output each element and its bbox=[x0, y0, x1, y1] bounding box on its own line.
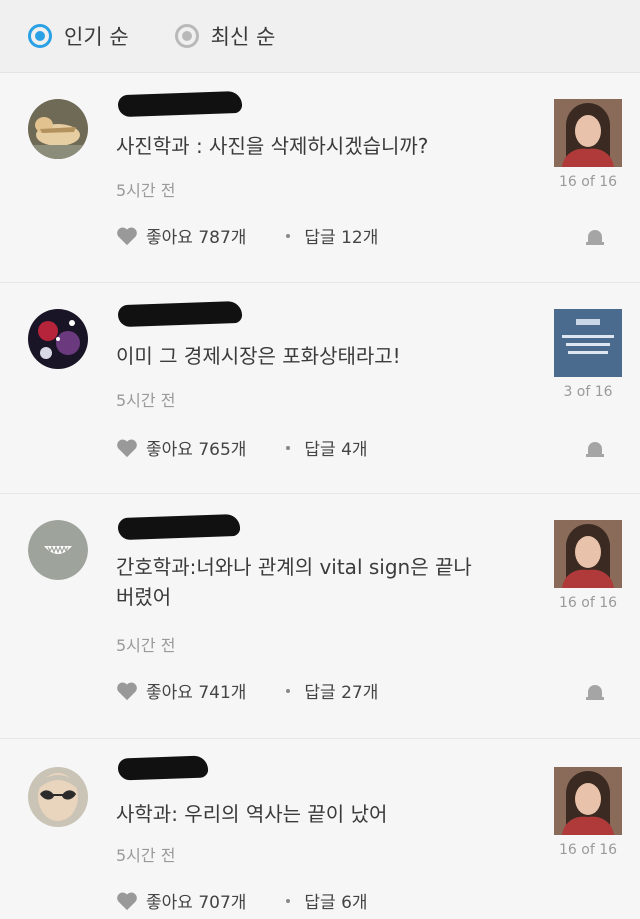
sort-recent-option[interactable]: 최신 순 bbox=[174, 21, 276, 51]
separator-dot bbox=[286, 445, 291, 450]
heart-icon bbox=[117, 682, 137, 700]
like-button[interactable]: 좋아요 787개 bbox=[116, 223, 246, 248]
comment-text: 사진학과 : 사진을 삭제하시겠습니까? bbox=[116, 134, 429, 158]
kitten-photo-icon[interactable] bbox=[28, 99, 88, 159]
sort-popular-radio[interactable] bbox=[28, 24, 52, 48]
comment-time: 5시간 전 bbox=[116, 636, 176, 655]
comment-feed: 사진학과 : 사진을 삭제하시겠습니까? 5시간 전 좋아요 787개 답글 1… bbox=[0, 73, 640, 919]
galaxy-photo-icon[interactable] bbox=[28, 309, 88, 369]
reply-count: 답글 12개 bbox=[304, 228, 379, 248]
like-button[interactable]: 좋아요 707개 bbox=[116, 888, 246, 913]
comment-item: 이미 그 경제시장은 포화상태라고! 5시간 전 좋아요 765개 답글 4개 … bbox=[0, 283, 640, 494]
redacted-username bbox=[117, 300, 243, 328]
comment-actions: 좋아요 787개 답글 12개 bbox=[116, 223, 616, 248]
comment-time: 5시간 전 bbox=[116, 846, 176, 865]
sort-recent-radio[interactable] bbox=[174, 24, 199, 48]
reply-button[interactable]: 답글 27개 bbox=[286, 678, 378, 703]
like-count: 좋아요 741개 bbox=[146, 683, 247, 703]
sort-popular-label: 인기 순 bbox=[64, 25, 129, 49]
redacted-username bbox=[117, 90, 243, 118]
thumb-count: 16 of 16 bbox=[558, 842, 618, 858]
comment-text: 간호학과:너와나 관계의 vital sign은 끝나버렸어 bbox=[116, 555, 472, 609]
comment-actions: 좋아요 707개 답글 6개 bbox=[116, 888, 616, 913]
comment-actions: 좋아요 765개 답글 4개 bbox=[116, 435, 616, 460]
thumb-count: 16 of 16 bbox=[558, 595, 618, 611]
reply-button[interactable]: 답글 6개 bbox=[286, 888, 368, 913]
separator-dot bbox=[286, 898, 291, 903]
default-smile-avatar-icon[interactable] bbox=[28, 520, 88, 580]
comment-time: 5시간 전 bbox=[116, 391, 176, 410]
reply-count: 답글 27개 bbox=[304, 683, 379, 703]
report-bell-icon[interactable] bbox=[584, 680, 606, 702]
separator-dot bbox=[286, 233, 291, 238]
person-sunglasses-photo-icon[interactable] bbox=[28, 767, 88, 827]
like-count: 좋아요 765개 bbox=[146, 440, 247, 460]
reply-button[interactable]: 답글 12개 bbox=[286, 223, 378, 248]
comment-time: 5시간 전 bbox=[116, 181, 176, 200]
comment-actions: 좋아요 741개 답글 27개 bbox=[116, 678, 616, 703]
text-card-icon[interactable] bbox=[554, 309, 622, 377]
reply-button[interactable]: 답글 4개 bbox=[286, 435, 368, 460]
like-button[interactable]: 좋아요 765개 bbox=[116, 435, 246, 460]
like-count: 좋아요 707개 bbox=[146, 893, 247, 913]
redacted-username bbox=[117, 513, 241, 541]
sort-bar: 인기 순 최신 순 bbox=[0, 0, 640, 73]
comment-text: 사학과: 우리의 역사는 끝이 났어 bbox=[116, 802, 388, 826]
woman-photo-icon[interactable] bbox=[554, 520, 622, 588]
woman-photo-icon[interactable] bbox=[554, 767, 622, 835]
separator-dot bbox=[286, 688, 291, 693]
heart-icon bbox=[117, 227, 137, 245]
reply-count: 답글 4개 bbox=[304, 440, 368, 460]
comment-text: 이미 그 경제시장은 포화상태라고! bbox=[116, 344, 401, 368]
like-count: 좋아요 787개 bbox=[146, 228, 247, 248]
thumb-count: 3 of 16 bbox=[563, 384, 613, 400]
sort-popular-option[interactable]: 인기 순 bbox=[28, 21, 129, 51]
report-bell-icon[interactable] bbox=[584, 437, 606, 459]
reply-count: 답글 6개 bbox=[304, 893, 368, 913]
thumb-count: 16 of 16 bbox=[558, 174, 618, 190]
sort-recent-label: 최신 순 bbox=[210, 25, 276, 49]
like-button[interactable]: 좋아요 741개 bbox=[116, 678, 246, 703]
comment-item: 사진학과 : 사진을 삭제하시겠습니까? 5시간 전 좋아요 787개 답글 1… bbox=[0, 73, 640, 283]
comment-item: 사학과: 우리의 역사는 끝이 났어 5시간 전 좋아요 707개 답글 6개 … bbox=[0, 739, 640, 919]
comment-item: 간호학과:너와나 관계의 vital sign은 끝나버렸어 5시간 전 좋아요… bbox=[0, 494, 640, 739]
redacted-username bbox=[117, 755, 209, 781]
heart-icon bbox=[117, 439, 137, 457]
report-bell-icon[interactable] bbox=[584, 225, 606, 247]
woman-photo-icon[interactable] bbox=[554, 99, 622, 167]
